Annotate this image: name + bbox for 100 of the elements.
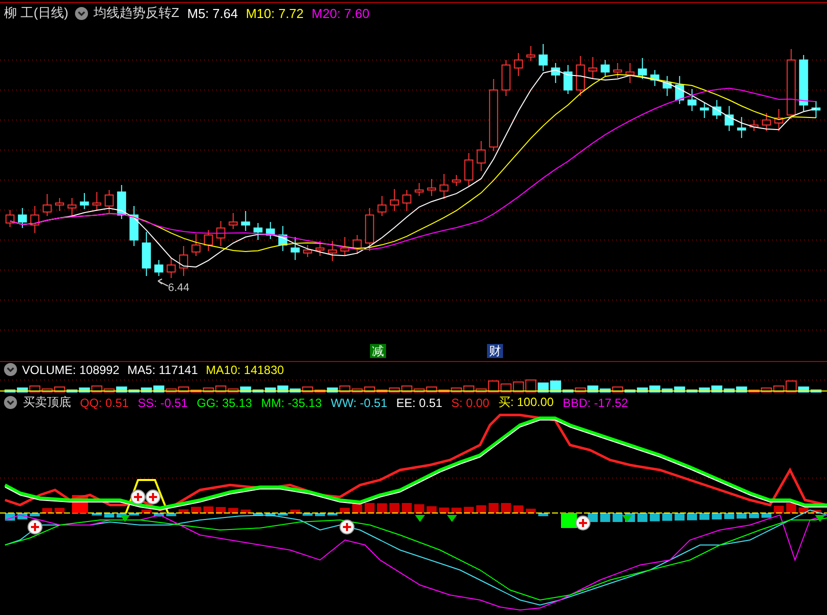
histogram-bar [662,513,672,521]
candlestick [650,70,660,86]
histogram-bar [513,505,524,513]
histogram-bar [426,506,437,513]
candlestick [613,62,622,78]
candlestick [514,52,523,76]
chevron-icon[interactable] [75,6,88,20]
histogram-bar [216,507,226,513]
indicator-value: MM: -35.13 [261,396,322,410]
histogram-bar [637,513,648,522]
histogram-bar [364,503,375,513]
volume-bar [525,380,536,392]
candlestick [476,140,486,172]
plus-icon [130,490,146,504]
plus-icon [576,516,590,530]
candlestick [762,112,771,132]
down-arrow-icon [415,515,425,522]
histogram-bar [600,513,610,522]
histogram-bar [104,513,114,518]
histogram-bar [650,513,660,522]
histogram-bar [538,513,548,516]
candlestick [104,190,114,214]
candlestick [588,56,598,80]
volume-bar [500,384,512,392]
histogram-bar [749,513,759,518]
histogram-bar [501,503,511,513]
histogram-bar [141,510,152,513]
histogram-bar [340,508,350,513]
candlestick [414,182,424,196]
histogram-bar [315,513,325,516]
candlestick [80,192,89,210]
candlestick [340,236,350,256]
candlestick [688,88,696,112]
candlestick [278,226,288,252]
candlestick [737,116,746,138]
candlestick [266,222,275,240]
indicator-value: M20: 7.60 [312,6,370,20]
down-arrow-icon [622,515,632,522]
candlestick [774,108,784,132]
histogram-bar [736,513,747,519]
histogram-bar [402,503,412,513]
down-arrow-icon [815,515,825,522]
indicator-value: VOLUME: 108992 [22,362,120,376]
plus-icon [340,520,354,534]
histogram-bar [278,513,288,516]
histogram-bar [451,508,462,513]
candlestick [241,210,250,232]
candlestick [154,260,164,276]
histogram-bar [54,508,65,513]
signal-line [125,479,169,514]
candlestick [786,48,796,120]
histogram-bar [612,513,623,522]
candlestick [538,44,548,72]
candlestick [254,222,262,240]
histogram-bar [526,508,536,513]
histogram-bar [253,513,263,516]
histogram-bar [228,508,238,513]
histogram-bar [389,503,400,513]
indicator-value: 买: 100.00 [498,394,554,411]
indicator-value: EE: 0.51 [396,396,442,410]
indicator-value: WW: -0.51 [330,396,388,410]
candlestick [564,64,572,94]
candlestick [303,244,312,258]
candlestick [6,210,14,228]
histogram-bar [327,513,338,516]
arrow-icon [158,278,168,286]
histogram-bar [774,506,784,513]
candlestick [750,120,758,132]
chevron-icon[interactable] [4,396,17,409]
stock-title: 柳 工(日线) [4,4,68,22]
candlestick [365,208,374,252]
candlestick [166,258,176,278]
histogram-bar [42,508,52,513]
candlestick [576,56,585,96]
histogram-bar [488,503,499,513]
candlestick [402,190,412,212]
candlestick [68,198,76,216]
histogram-bar [439,508,449,513]
histogram-bar [786,503,796,513]
plus-icon [146,490,160,504]
candlestick [427,178,436,196]
histogram-bar [476,505,486,513]
histogram-bar [761,513,772,518]
indicator-title: 买卖顶底 [23,394,71,411]
event-badge: 减 [370,344,386,358]
plus-icon [28,520,42,534]
candlestick [452,174,461,186]
histogram-bar [178,509,189,513]
candlestick [799,54,808,112]
candlestick [55,198,64,212]
indicator-value: MA5: 117141 [127,362,198,376]
candlestick [600,60,610,76]
indicator-title: 均线趋势反转Z [93,4,180,22]
indicator-value: S: 0.00 [451,396,490,410]
candlestick [42,194,52,216]
chevron-icon[interactable] [4,363,17,376]
histogram-bar [240,510,251,513]
volume-bar [538,382,549,392]
indicator-value: GG: 35.13 [196,396,252,410]
candlestick [712,100,722,120]
